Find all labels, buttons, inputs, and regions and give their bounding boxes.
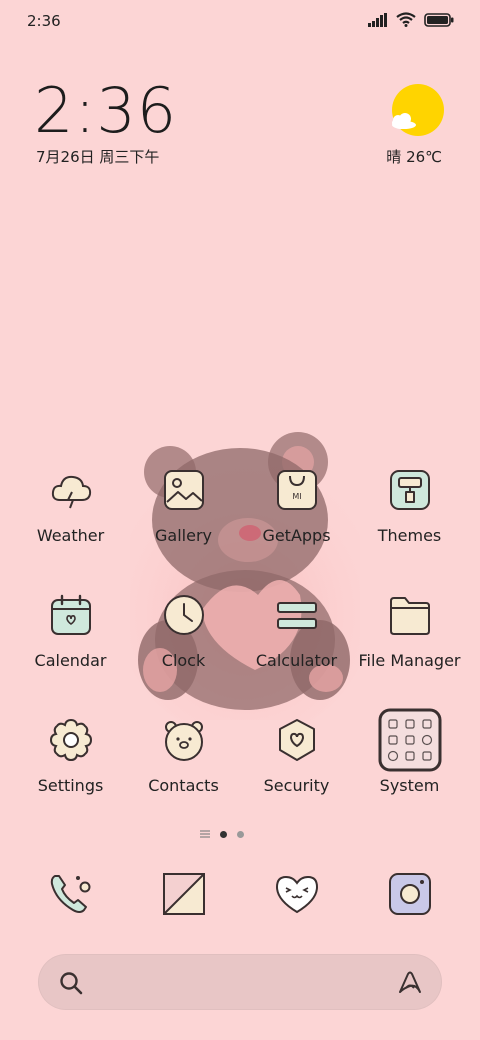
- paint-roller-icon: [389, 470, 430, 510]
- app-security[interactable]: Security: [240, 718, 353, 795]
- clock-widget-date[interactable]: 7月26日 周三下午: [36, 146, 159, 167]
- app-getapps[interactable]: MI GetApps: [240, 468, 353, 545]
- app-label: Weather: [36, 526, 105, 545]
- notes-icon[interactable]: [160, 870, 208, 918]
- app-weather[interactable]: Weather: [14, 468, 127, 545]
- app-label: Calendar: [34, 651, 107, 670]
- folder-grid-icon: [378, 708, 441, 772]
- app-label: Clock: [161, 651, 206, 670]
- app-label: Themes: [377, 526, 442, 545]
- app-contacts[interactable]: Contacts: [127, 718, 240, 795]
- app-label: System: [379, 776, 440, 795]
- battery-icon: [424, 12, 454, 27]
- calendar-icon: [50, 594, 91, 635]
- app-label: Settings: [37, 776, 104, 795]
- phone-icon[interactable]: [47, 870, 95, 918]
- app-label: GetApps: [262, 526, 331, 545]
- app-calculator[interactable]: Calculator: [240, 593, 353, 670]
- shopping-bag-icon: MI: [276, 470, 317, 510]
- sun-cloud-icon[interactable]: [388, 84, 444, 140]
- heart-face-icon[interactable]: [273, 870, 321, 918]
- app-label: File Manager: [358, 651, 461, 670]
- folder-icon: [389, 597, 430, 635]
- app-settings[interactable]: Settings: [14, 718, 127, 795]
- assistant-icon[interactable]: [396, 968, 424, 996]
- app-calendar[interactable]: Calendar: [14, 593, 127, 670]
- shield-heart-icon: [278, 719, 315, 761]
- app-system-folder[interactable]: System: [353, 708, 466, 795]
- weather-icon: [51, 475, 91, 509]
- svg-text:MI: MI: [292, 492, 301, 501]
- app-clock[interactable]: Clock: [127, 593, 240, 670]
- search-icon: [60, 972, 83, 995]
- page-dot-active: [220, 830, 227, 838]
- app-label: Security: [263, 776, 330, 795]
- status-time: 2:36: [27, 12, 61, 30]
- app-file-manager[interactable]: File Manager: [353, 593, 466, 670]
- page-dot: [237, 830, 244, 838]
- wifi-icon: [396, 12, 416, 27]
- status-icons: [368, 12, 454, 27]
- menu-lines-icon: [200, 830, 210, 838]
- camera-icon[interactable]: [386, 870, 434, 918]
- app-label: Contacts: [148, 776, 219, 795]
- clock-icon: [163, 595, 204, 635]
- app-gallery[interactable]: Gallery: [127, 468, 240, 545]
- search-bar[interactable]: [38, 954, 442, 1010]
- page-indicator[interactable]: [200, 830, 244, 838]
- bear-face-icon: [164, 721, 203, 761]
- app-label: Gallery: [155, 526, 212, 545]
- status-bar: 2:36: [0, 0, 480, 44]
- gallery-icon: [163, 470, 204, 510]
- weather-widget-text[interactable]: 晴 26℃: [386, 146, 442, 167]
- app-label: Calculator: [255, 651, 338, 670]
- gear-icon: [49, 718, 92, 762]
- signal-icon: [368, 12, 387, 27]
- clock-widget-time[interactable]: 2:36: [34, 78, 177, 144]
- app-themes[interactable]: Themes: [353, 468, 466, 545]
- equals-icon: [276, 602, 317, 629]
